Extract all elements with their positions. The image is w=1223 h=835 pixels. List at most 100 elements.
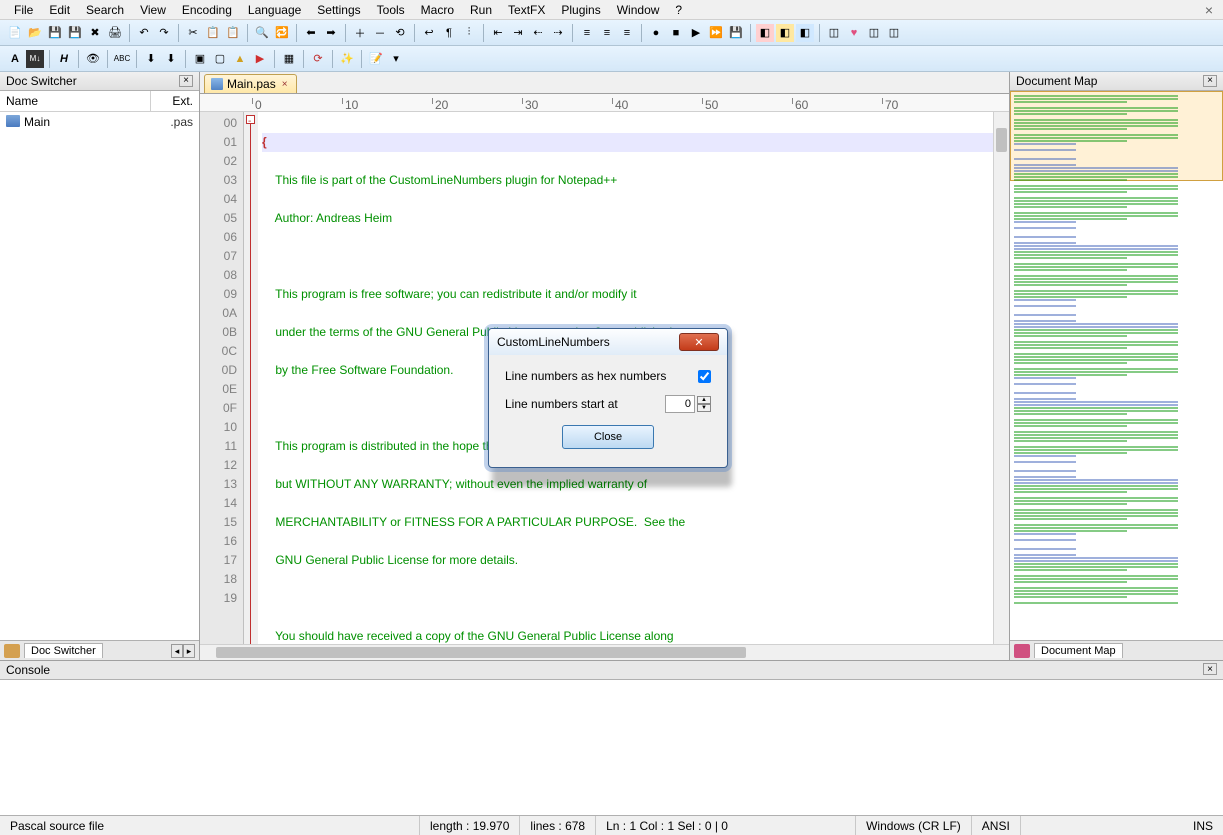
open-file-icon[interactable]: 📂 xyxy=(26,24,44,42)
indent-guide-icon[interactable]: ⫶ xyxy=(460,24,478,42)
stop-macro-icon[interactable]: ■ xyxy=(667,24,685,42)
status-eol: Windows (CR LF) xyxy=(856,816,972,835)
menu-view[interactable]: View xyxy=(132,1,174,19)
new-file-icon[interactable]: 📄 xyxy=(6,24,24,42)
show-all-icon[interactable]: ¶ xyxy=(440,24,458,42)
vertical-scrollbar[interactable] xyxy=(993,112,1009,644)
grid-icon[interactable]: ▦ xyxy=(280,50,298,68)
up-tri-icon[interactable]: ▲ xyxy=(231,50,249,68)
nav-back-icon[interactable]: ⬅ xyxy=(302,24,320,42)
down1-icon[interactable]: ⬇ xyxy=(142,50,160,68)
doc-map-tab[interactable]: Document Map xyxy=(1034,643,1123,658)
horizontal-scrollbar[interactable] xyxy=(200,644,1009,660)
start-at-input[interactable] xyxy=(665,395,695,413)
indent-right-icon[interactable]: ⇥ xyxy=(509,24,527,42)
fold-toggle-icon[interactable] xyxy=(246,115,255,124)
plugin7-icon[interactable]: ◫ xyxy=(885,24,903,42)
tab-main-pas[interactable]: Main.pas × xyxy=(204,74,297,93)
dialog-close-icon[interactable]: ✕ xyxy=(679,333,719,351)
nav-fwd-icon[interactable]: ➡ xyxy=(322,24,340,42)
window-close-icon[interactable]: × xyxy=(1201,2,1217,18)
menu-edit[interactable]: Edit xyxy=(41,1,78,19)
reload-icon[interactable]: ⟳ xyxy=(309,50,327,68)
save-icon[interactable]: 💾 xyxy=(46,24,64,42)
plugin4-icon[interactable]: ◫ xyxy=(825,24,843,42)
abc-icon[interactable]: ABC xyxy=(113,50,131,68)
col-name[interactable]: Name xyxy=(0,91,151,111)
right-tri-icon[interactable]: ▶ xyxy=(251,50,269,68)
paste-icon[interactable]: 📋 xyxy=(224,24,242,42)
dropdown-icon[interactable]: ▾ xyxy=(387,50,405,68)
menu-search[interactable]: Search xyxy=(78,1,132,19)
replace-icon[interactable]: 🔁 xyxy=(273,24,291,42)
close-icon[interactable]: ✖ xyxy=(86,24,104,42)
wrap-icon[interactable]: ↩ xyxy=(420,24,438,42)
tab-close-icon[interactable]: × xyxy=(280,79,290,89)
find-icon[interactable]: 🔍 xyxy=(253,24,271,42)
save-all-icon[interactable]: 💾 xyxy=(66,24,84,42)
doc-switcher-tab-icon[interactable] xyxy=(4,644,20,658)
menu-tools[interactable]: Tools xyxy=(369,1,413,19)
hex-option-checkbox[interactable] xyxy=(698,370,711,383)
spin-left-icon[interactable]: ◂ xyxy=(171,644,183,658)
zoom-out-icon[interactable]: － xyxy=(371,24,389,42)
doc-map-canvas[interactable] xyxy=(1010,91,1223,640)
eye-icon[interactable]: 👁 xyxy=(84,50,102,68)
print-icon[interactable]: 🖨 xyxy=(106,24,124,42)
doc-switcher-close-icon[interactable]: × xyxy=(179,75,193,87)
menu-plugins[interactable]: Plugins xyxy=(553,1,608,19)
play-macro-icon[interactable]: ▶ xyxy=(687,24,705,42)
align-l-icon[interactable]: ≡ xyxy=(578,24,596,42)
sync-icon[interactable]: ⟲ xyxy=(391,24,409,42)
doc-map-tab-icon[interactable] xyxy=(1014,644,1030,658)
a-icon[interactable]: A xyxy=(6,50,24,68)
close-button[interactable]: Close xyxy=(562,425,654,449)
tab-bar: Main.pas × xyxy=(200,72,1009,94)
menu-macro[interactable]: Macro xyxy=(413,1,462,19)
align-r-icon[interactable]: ≡ xyxy=(618,24,636,42)
menu-language[interactable]: Language xyxy=(240,1,309,19)
spin-right-icon[interactable]: ▸ xyxy=(183,644,195,658)
console-body[interactable] xyxy=(0,680,1223,815)
fold-icon[interactable]: ▣ xyxy=(191,50,209,68)
record-macro-icon[interactable]: ● xyxy=(647,24,665,42)
spin-down-icon[interactable]: ▼ xyxy=(697,404,711,412)
align-c-icon[interactable]: ≡ xyxy=(598,24,616,42)
plugin6-icon[interactable]: ◫ xyxy=(865,24,883,42)
copy-icon[interactable]: 📋 xyxy=(204,24,222,42)
md-icon[interactable]: M↓ xyxy=(26,50,44,68)
menu-settings[interactable]: Settings xyxy=(309,1,368,19)
wand-icon[interactable]: ✨ xyxy=(338,50,356,68)
fold-column[interactable] xyxy=(244,112,258,644)
menu-textfx[interactable]: TextFX xyxy=(500,1,553,19)
menu-window[interactable]: Window xyxy=(609,1,668,19)
save-macro-icon[interactable]: 💾 xyxy=(727,24,745,42)
undo-icon[interactable]: ↶ xyxy=(135,24,153,42)
menu-file[interactable]: File xyxy=(6,1,41,19)
outdent-icon[interactable]: ⇠ xyxy=(529,24,547,42)
plugin5-icon[interactable]: ♥ xyxy=(845,24,863,42)
plugin3-icon[interactable]: ◧ xyxy=(796,24,814,42)
note-icon[interactable]: 📝 xyxy=(367,50,385,68)
plugin2-icon[interactable]: ◧ xyxy=(776,24,794,42)
menu-encoding[interactable]: Encoding xyxy=(174,1,240,19)
doc-map-close-icon[interactable]: × xyxy=(1203,75,1217,87)
col-ext[interactable]: Ext. xyxy=(151,91,199,111)
dialog-titlebar[interactable]: CustomLineNumbers ✕ xyxy=(489,329,727,355)
run-multi-icon[interactable]: ⏩ xyxy=(707,24,725,42)
indent-left-icon[interactable]: ⇤ xyxy=(489,24,507,42)
zoom-in-icon[interactable]: ＋ xyxy=(351,24,369,42)
spin-up-icon[interactable]: ▲ xyxy=(697,396,711,404)
indent-icon[interactable]: ⇢ xyxy=(549,24,567,42)
console-close-icon[interactable]: × xyxy=(1203,663,1217,675)
menu-help[interactable]: ? xyxy=(667,1,690,19)
unfold-icon[interactable]: ▢ xyxy=(211,50,229,68)
down2-icon[interactable]: ⬇ xyxy=(162,50,180,68)
h-icon[interactable]: H xyxy=(55,50,73,68)
redo-icon[interactable]: ↷ xyxy=(155,24,173,42)
doc-row[interactable]: Main .pas xyxy=(0,112,199,132)
doc-switcher-tab[interactable]: Doc Switcher xyxy=(24,643,103,658)
plugin1-icon[interactable]: ◧ xyxy=(756,24,774,42)
menu-run[interactable]: Run xyxy=(462,1,500,19)
cut-icon[interactable]: ✂ xyxy=(184,24,202,42)
